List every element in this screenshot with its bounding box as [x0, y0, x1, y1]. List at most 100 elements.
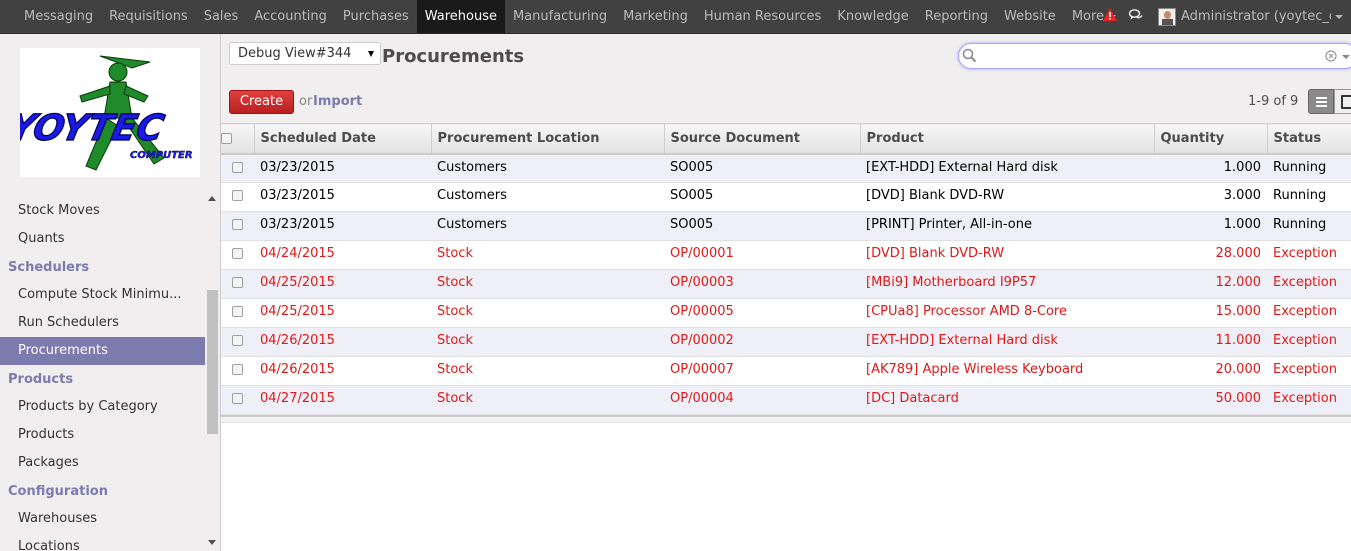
topnav-item-label: Warehouse [424, 9, 497, 24]
cell-location: Stock [431, 327, 664, 357]
cell-product: [PRINT] Printer, All-in-one [860, 211, 1154, 241]
topnav-item[interactable]: Manufacturing [505, 0, 615, 33]
sidebar-item[interactable]: Stock Moves [0, 197, 205, 225]
cell-location: Stock [431, 385, 664, 415]
search-options-icon[interactable] [1342, 55, 1350, 59]
sidebar-item[interactable]: Warehouses [0, 505, 205, 533]
warning-icon[interactable] [1103, 8, 1117, 25]
cell-status: Running [1267, 211, 1351, 241]
cell-product: [DVD] Blank DVD-RW [860, 182, 1154, 212]
topnav-item[interactable]: Requisitions [101, 0, 196, 33]
table-header-row: Scheduled Date Procurement Location Sour… [221, 123, 1351, 155]
table-row[interactable]: 04/26/2015 Stock OP/00002 [EXT-HDD] Externa… [221, 327, 1351, 357]
row-checkbox[interactable] [232, 248, 243, 259]
cell-product: [AK789] Apple Wireless Keyboard [860, 356, 1154, 386]
company-logo[interactable]: YOYTEC COMPUTER [4, 48, 200, 177]
cell-product: [MBi9] Motherboard I9P57 [860, 269, 1154, 299]
row-checkbox[interactable] [232, 393, 243, 404]
topnav-item[interactable]: Warehouse [416, 0, 505, 33]
sidebar-section-title: Schedulers [8, 260, 90, 275]
row-checkbox[interactable] [232, 364, 243, 375]
debug-view-label: Debug View#344 [238, 46, 352, 61]
sidebar-item[interactable]: Run Schedulers [0, 309, 205, 337]
cell-qty: 3.000 [1154, 182, 1267, 212]
chevron-down-icon[interactable] [1335, 14, 1343, 19]
sidebar-item[interactable]: Products [0, 421, 205, 449]
table-row[interactable]: 03/23/2015 Customers SO005 [DVD] Blank DVD-… [221, 182, 1351, 212]
control-panel: Debug View#344 Procurements Create or Im… [221, 34, 1351, 123]
import-link[interactable]: Import [313, 94, 362, 109]
cell-status: Exception [1267, 269, 1351, 299]
create-button[interactable]: Create [229, 90, 294, 114]
column-header[interactable]: Scheduled Date [254, 123, 432, 155]
table-row[interactable]: 04/25/2015 Stock OP/00005 [CPUa8] Processor… [221, 298, 1351, 328]
cell-qty: 15.000 [1154, 298, 1267, 328]
avatar[interactable] [1158, 7, 1176, 26]
search-input[interactable] [979, 47, 1299, 65]
table-row[interactable]: 04/25/2015 Stock OP/00003 [MBi9] Motherboar… [221, 269, 1351, 299]
table-row[interactable]: 04/26/2015 Stock OP/00007 [AK789] Apple Wir… [221, 356, 1351, 386]
row-checkbox[interactable] [232, 190, 243, 201]
table-row[interactable]: 04/27/2015 Stock OP/00004 [DC] Datacard 50.0… [221, 385, 1351, 415]
logo-wordmark: YOYTEC [20, 106, 168, 149]
chat-icon[interactable] [1128, 8, 1143, 25]
topnav-item[interactable]: Website [996, 0, 1064, 33]
table-row[interactable]: 03/23/2015 Customers SO005 [EXT-HDD] Extern… [221, 153, 1351, 183]
list-view-button[interactable] [1308, 89, 1334, 114]
cell-location: Stock [431, 356, 664, 386]
cell-date: 03/23/2015 [254, 153, 431, 183]
table-footer [221, 415, 1351, 423]
row-select-cell [221, 211, 254, 241]
column-header[interactable]: Quantity [1154, 123, 1268, 155]
row-checkbox[interactable] [232, 277, 243, 288]
topnav-item[interactable]: Knowledge [829, 0, 916, 33]
table-row[interactable]: 03/23/2015 Customers SO005 [PRINT] Printer,… [221, 211, 1351, 241]
clear-search-icon[interactable] [1325, 50, 1337, 66]
scrollbar-thumb[interactable] [207, 290, 218, 434]
topnav-item[interactable]: Purchases [335, 0, 417, 33]
form-view-button[interactable] [1334, 89, 1351, 114]
topnav-item[interactable]: Reporting [917, 0, 996, 33]
sidebar-item[interactable]: Quants [0, 225, 205, 253]
topbar-right: Administrator (yoytec_d... [1103, 0, 1351, 33]
scroll-up-icon[interactable] [208, 196, 216, 201]
topnav-item[interactable]: Marketing [615, 0, 696, 33]
debug-view-select[interactable]: Debug View#344 [229, 42, 381, 65]
sidebar-menu: Stock Moves Quants Schedulers Compute Stock… [0, 197, 205, 551]
column-header[interactable]: Status [1267, 123, 1351, 155]
row-checkbox[interactable] [232, 306, 243, 317]
topnav-item[interactable]: Messaging [16, 0, 101, 33]
sidebar-item[interactable]: Procurements [0, 337, 205, 365]
cell-date: 04/27/2015 [254, 385, 431, 415]
column-header[interactable]: Source Document [664, 123, 861, 155]
sidebar-item[interactable]: Locations [0, 533, 205, 551]
scroll-down-icon[interactable] [208, 540, 216, 545]
cell-location: Stock [431, 269, 664, 299]
topnav-item-label: Website [1003, 9, 1056, 24]
sidebar-item[interactable]: Products by Category [0, 393, 205, 421]
column-header[interactable]: Product [860, 123, 1155, 155]
sidebar-scrollbar[interactable] [205, 190, 220, 551]
sidebar: YOYTEC COMPUTER Stock Moves Quants Schedul… [0, 34, 221, 551]
cell-date: 03/23/2015 [254, 211, 431, 241]
row-checkbox[interactable] [232, 161, 243, 173]
row-checkbox[interactable] [232, 335, 243, 346]
topnav-item[interactable]: Accounting [246, 0, 335, 33]
pager-value[interactable]: 1-9 of 9 [1248, 94, 1298, 109]
sidebar-item[interactable]: Compute Stock Minimu... [0, 281, 205, 309]
user-menu-label[interactable]: Administrator (yoytec_d... [1181, 9, 1331, 24]
search-box[interactable] [958, 43, 1351, 69]
cell-date: 04/26/2015 [254, 327, 431, 357]
cell-qty: 28.000 [1154, 240, 1267, 270]
column-header[interactable]: Procurement Location [431, 123, 665, 155]
select-all-checkbox[interactable] [221, 133, 232, 145]
cell-source: SO005 [664, 182, 860, 212]
topnav-item[interactable]: Sales [196, 0, 247, 33]
sidebar-section-title: Configuration [8, 484, 108, 499]
topnav-item[interactable]: Human Resources [696, 0, 829, 33]
list-icon-line [1316, 105, 1327, 107]
cell-product: [EXT-HDD] External Hard disk [860, 153, 1154, 183]
sidebar-item[interactable]: Packages [0, 449, 205, 477]
table-row[interactable]: 04/24/2015 Stock OP/00001 [DVD] Blank DVD-R… [221, 240, 1351, 270]
row-checkbox[interactable] [232, 219, 243, 230]
